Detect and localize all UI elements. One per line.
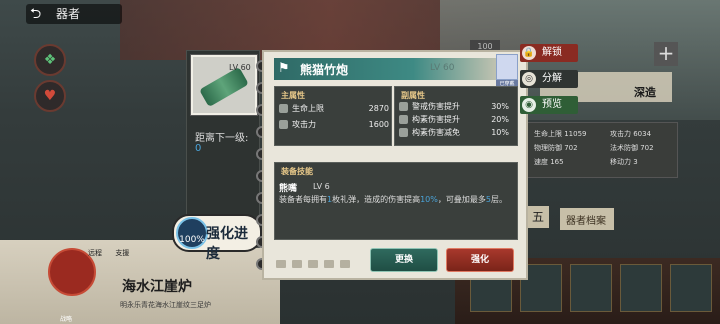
eye-icon: ◉: [522, 98, 536, 112]
construct-resist-icon: [399, 128, 408, 137]
attr-label: 警戒伤害提升: [412, 102, 460, 111]
plus-icon[interactable]: +: [654, 42, 678, 66]
flag-icon: ⚑: [278, 61, 290, 76]
back-button[interactable]: ⮌ 器者: [26, 4, 122, 24]
footer-ornament-icon: [340, 260, 350, 268]
attr-label: 生命上限: [292, 104, 324, 113]
skill-description: 装备者每拥有1枚礼弹，造成的伤害提高10%，可叠加最多5层。: [279, 195, 507, 204]
item-header-level: LV 60: [430, 63, 455, 73]
preview-label: 预览: [542, 99, 562, 110]
item-header: ⚑ 熊猫竹炮 LV 60: [274, 58, 506, 80]
deep-study-label[interactable]: 深造: [634, 84, 656, 100]
enhance-percent: 100%: [176, 217, 208, 249]
stamp-label: 战略: [60, 316, 73, 323]
decompose-label: 分解: [542, 73, 562, 84]
unlock-button[interactable]: 🔒 解锁: [520, 44, 578, 62]
attr-label: 构素伤害提升: [412, 115, 460, 124]
attr-value: 30%: [491, 102, 509, 111]
skill-name: 熊嘴: [279, 184, 298, 194]
attr-row: 警戒伤害提升 30%: [399, 101, 509, 113]
attr-value: 2870: [368, 104, 389, 113]
lock-icon: 🔒: [522, 46, 536, 60]
equip-slot[interactable]: [620, 264, 662, 312]
decompose-icon: ◎: [522, 72, 536, 86]
attr-row: 攻击力 1600: [279, 119, 389, 131]
decompose-button[interactable]: ◎ 分解: [520, 70, 578, 88]
enhance-progress-label: 强化进度: [206, 226, 248, 262]
background-stats-right: 攻击力 6034 法术防御 702 移动力 3: [610, 127, 654, 169]
equipment-skill: 装备技能 熊嘴 LV 6 装备者每拥有1枚礼弹，造成的伤害提高10%，可叠加最多…: [274, 162, 518, 240]
tab-ranged: 远程: [88, 249, 102, 257]
bamboo-cannon-icon: [199, 66, 249, 108]
attr-row: 生命上限 2870: [279, 103, 389, 115]
item-name: 熊猫竹炮: [300, 63, 349, 77]
skill-title: 装备技能: [281, 167, 313, 176]
stat-move: 移动力 3: [610, 158, 638, 166]
rank-char: 五: [527, 206, 549, 228]
unlock-label: 解锁: [542, 47, 562, 58]
alert-damage-icon: [399, 102, 408, 111]
sub-attributes: 副属性 警戒伤害提升 30% 构素伤害提升 20% 构素伤害减免 10%: [394, 86, 518, 146]
footer-ornament-icon: [308, 260, 318, 268]
poster-title: 海水江崖炉: [122, 279, 192, 295]
preview-button[interactable]: ◉ 预览: [520, 96, 578, 114]
main-attr-title: 主属性: [281, 91, 305, 100]
stat-pdef: 物理防御 702: [534, 144, 578, 152]
hp-icon: [279, 104, 288, 113]
footer-ornament-icon: [292, 260, 302, 268]
distance-value: 0: [195, 143, 202, 154]
stat-hp: 生命上限 11059: [534, 130, 587, 138]
attack-icon: [279, 120, 288, 129]
replace-button[interactable]: 更换: [370, 248, 438, 272]
tab-support: 支援: [115, 249, 130, 257]
distance-label: 距离下一级:: [195, 133, 249, 144]
skill-level: LV 6: [313, 182, 330, 191]
stat-speed: 速度 165: [534, 158, 564, 166]
construct-damage-icon: [399, 115, 408, 124]
sub-attr-title: 副属性: [401, 91, 425, 100]
back-label: 器者: [56, 7, 81, 21]
attr-value: 1600: [368, 120, 389, 129]
back-arrow-icon: ⮌: [30, 6, 42, 22]
footer-ornament-icon: [324, 260, 334, 268]
equipment-detail-panel: ⚑ 熊猫竹炮 LV 60 已穿戴 主属性 生命上限 2870 攻击力 1600 …: [262, 50, 528, 280]
background-stats: 生命上限 11059 物理防御 702 速度 165: [534, 127, 587, 169]
poster-subtitle: 明永乐青花海水江崖纹三足炉: [120, 301, 211, 309]
attr-row: 构素伤害减免 10%: [399, 127, 509, 139]
stat-atk: 攻击力 6034: [610, 130, 652, 138]
item-level: LV 60: [229, 63, 251, 72]
footer-ornament-icon: [276, 260, 286, 268]
equip-slot[interactable]: [670, 264, 712, 312]
wearer-avatar[interactable]: [496, 54, 518, 80]
equip-slot[interactable]: [570, 264, 612, 312]
stat-mdef: 法术防御 702: [610, 144, 654, 152]
enhance-button[interactable]: 强化: [446, 248, 514, 272]
main-attributes: 主属性 生命上限 2870 攻击力 1600: [274, 86, 392, 146]
enhance-progress-badge[interactable]: 100% 强化进度: [172, 214, 262, 262]
attr-label: 攻击力: [292, 120, 316, 129]
poster-tabs: 远程 支援: [88, 248, 129, 258]
attr-label: 构素伤害减免: [412, 128, 460, 137]
item-thumbnail: LV 60: [191, 55, 257, 115]
attr-value: 10%: [491, 128, 509, 137]
archive-label[interactable]: 器者档案: [566, 212, 606, 227]
attr-value: 20%: [491, 115, 509, 124]
attr-row: 构素伤害提升 20%: [399, 114, 509, 126]
